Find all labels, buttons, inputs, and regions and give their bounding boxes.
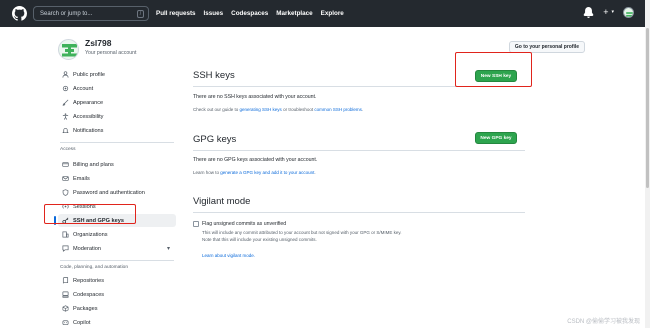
person-icon <box>62 71 69 78</box>
annotation-box-new-ssh-key <box>455 52 532 87</box>
ssh-help-suffix: . <box>361 107 364 112</box>
watermark: CSDN @偷偷学习被我发现 <box>567 319 640 325</box>
bell-icon <box>62 127 69 134</box>
paintbrush-icon <box>62 99 69 106</box>
generating-ssh-keys-link[interactable]: generating SSH keys <box>240 107 282 112</box>
sidebar-item-label: Public profile <box>73 71 106 78</box>
page-scrollbar[interactable] <box>645 0 650 328</box>
ssh-empty-text: There are no SSH keys associated with yo… <box>193 94 317 100</box>
global-search-input[interactable]: Search or jump to... / <box>33 6 149 21</box>
common-ssh-problems-link[interactable]: common SSH problems <box>314 107 362 112</box>
gpg-help-suffix: . <box>314 170 316 175</box>
ssh-keys-heading: SSH keys <box>193 70 235 81</box>
profile-avatar[interactable] <box>58 39 79 60</box>
gpg-keys-heading: GPG keys <box>193 134 237 145</box>
sidebar-item-label: Moderation <box>73 245 101 252</box>
account-subtitle: Your personal account <box>85 50 137 56</box>
sidebar-item-moderation[interactable]: Moderation ▾ <box>58 242 176 255</box>
chevron-down-icon[interactable]: ▾ <box>611 7 614 18</box>
annotation-box-ssh-gpg-keys <box>44 204 136 224</box>
nav-pull-requests[interactable]: Pull requests <box>156 10 196 17</box>
repo-icon <box>62 277 69 284</box>
create-new-icon[interactable]: + <box>603 7 608 18</box>
codespaces-icon <box>62 291 69 298</box>
section-label-access: Access <box>60 147 76 152</box>
sidebar-item-account[interactable]: Account <box>58 82 176 95</box>
sidebar-item-notifications[interactable]: Notifications <box>58 124 176 137</box>
flag-unsigned-commits-checkbox[interactable] <box>193 221 199 227</box>
slash-shortcut-icon: / <box>137 10 144 18</box>
generate-gpg-key-link[interactable]: generate a GPG key and add it to your ac… <box>220 170 314 175</box>
shield-lock-icon <box>62 189 69 196</box>
ssh-help-prefix: Check out our guide to <box>193 107 240 112</box>
sidebar-item-codespaces[interactable]: Codespaces <box>58 288 176 301</box>
sidebar-item-label: Appearance <box>73 99 104 106</box>
identicon-icon <box>62 44 77 57</box>
sidebar-item-label: Copilot <box>73 319 91 326</box>
sidebar-divider <box>60 260 174 261</box>
vigilant-desc-2: Note that this will include your existin… <box>202 237 317 242</box>
nav-codespaces[interactable]: Codespaces <box>231 10 268 17</box>
sidebar-item-repositories[interactable]: Repositories <box>58 274 176 287</box>
learn-vigilant-mode-link[interactable]: Learn about vigilant mode. <box>202 253 255 258</box>
ssh-help-text: Check out our guide to generating SSH ke… <box>193 107 363 112</box>
global-header: Search or jump to... / Pull requests Iss… <box>0 0 650 27</box>
vigilant-mode-heading: Vigilant mode <box>193 196 251 207</box>
github-logo-icon[interactable] <box>12 6 27 21</box>
flag-unsigned-commits-label[interactable]: Flag unsigned commits as unverified <box>202 221 286 227</box>
new-gpg-key-button[interactable]: New GPG key <box>475 132 517 144</box>
sidebar-item-label: Packages <box>73 305 98 312</box>
mail-icon <box>62 175 69 182</box>
header-actions: + ▾ <box>583 7 634 18</box>
sidebar-item-label: Password and authentication <box>73 189 145 196</box>
report-icon <box>62 245 69 252</box>
sidebar-divider <box>60 142 174 143</box>
avatar[interactable] <box>623 7 634 18</box>
ssh-help-middle: or troubleshoot <box>281 107 315 112</box>
nav-issues[interactable]: Issues <box>204 10 224 17</box>
sidebar-item-emails[interactable]: Emails <box>58 172 176 185</box>
sidebar-item-label: Account <box>73 85 94 92</box>
sidebar-item-label: Notifications <box>73 127 104 134</box>
bell-icon[interactable] <box>583 7 594 18</box>
vigilant-desc-1: This will include any commit attributed … <box>202 230 402 235</box>
accessibility-icon <box>62 113 69 120</box>
package-icon <box>62 305 69 312</box>
section-divider <box>193 150 525 151</box>
sidebar-item-packages[interactable]: Packages <box>58 302 176 315</box>
top-nav: Pull requests Issues Codespaces Marketpl… <box>156 0 344 27</box>
nav-explore[interactable]: Explore <box>321 10 344 17</box>
sidebar-item-label: Emails <box>73 175 90 182</box>
identicon-icon <box>626 12 633 17</box>
organization-icon <box>62 231 69 238</box>
sidebar-item-organizations[interactable]: Organizations <box>58 228 176 241</box>
sidebar-item-label: Accessibility <box>73 113 104 120</box>
sidebar-item-label: Billing and plans <box>73 161 114 168</box>
gear-icon <box>62 85 69 92</box>
section-divider <box>193 212 525 213</box>
gpg-help-prefix: Learn how to <box>193 170 221 175</box>
nav-marketplace[interactable]: Marketplace <box>276 10 312 17</box>
sidebar-item-appearance[interactable]: Appearance <box>58 96 176 109</box>
search-placeholder: Search or jump to... <box>40 10 93 17</box>
account-username: Zsl798 <box>85 38 112 48</box>
sidebar-item-label: Repositories <box>73 277 105 284</box>
copilot-icon <box>62 319 69 326</box>
gpg-help-text: Learn how to generate a GPG key and add … <box>193 170 316 175</box>
scrollbar-thumb[interactable] <box>646 28 649 188</box>
sidebar-item-copilot[interactable]: Copilot <box>58 316 176 328</box>
sidebar-item-public-profile[interactable]: Public profile <box>58 68 176 81</box>
sidebar-item-billing[interactable]: Billing and plans <box>58 158 176 171</box>
chevron-down-icon[interactable]: ▾ <box>167 245 170 252</box>
sidebar-item-password-auth[interactable]: Password and authentication <box>58 186 176 199</box>
gpg-empty-text: There are no GPG keys associated with yo… <box>193 157 318 163</box>
section-label-code: Code, planning, and automation <box>60 265 129 270</box>
credit-card-icon <box>62 161 69 168</box>
sidebar-item-label: Organizations <box>73 231 108 238</box>
sidebar-item-accessibility[interactable]: Accessibility <box>58 110 176 123</box>
sidebar-item-label: Codespaces <box>73 291 105 298</box>
